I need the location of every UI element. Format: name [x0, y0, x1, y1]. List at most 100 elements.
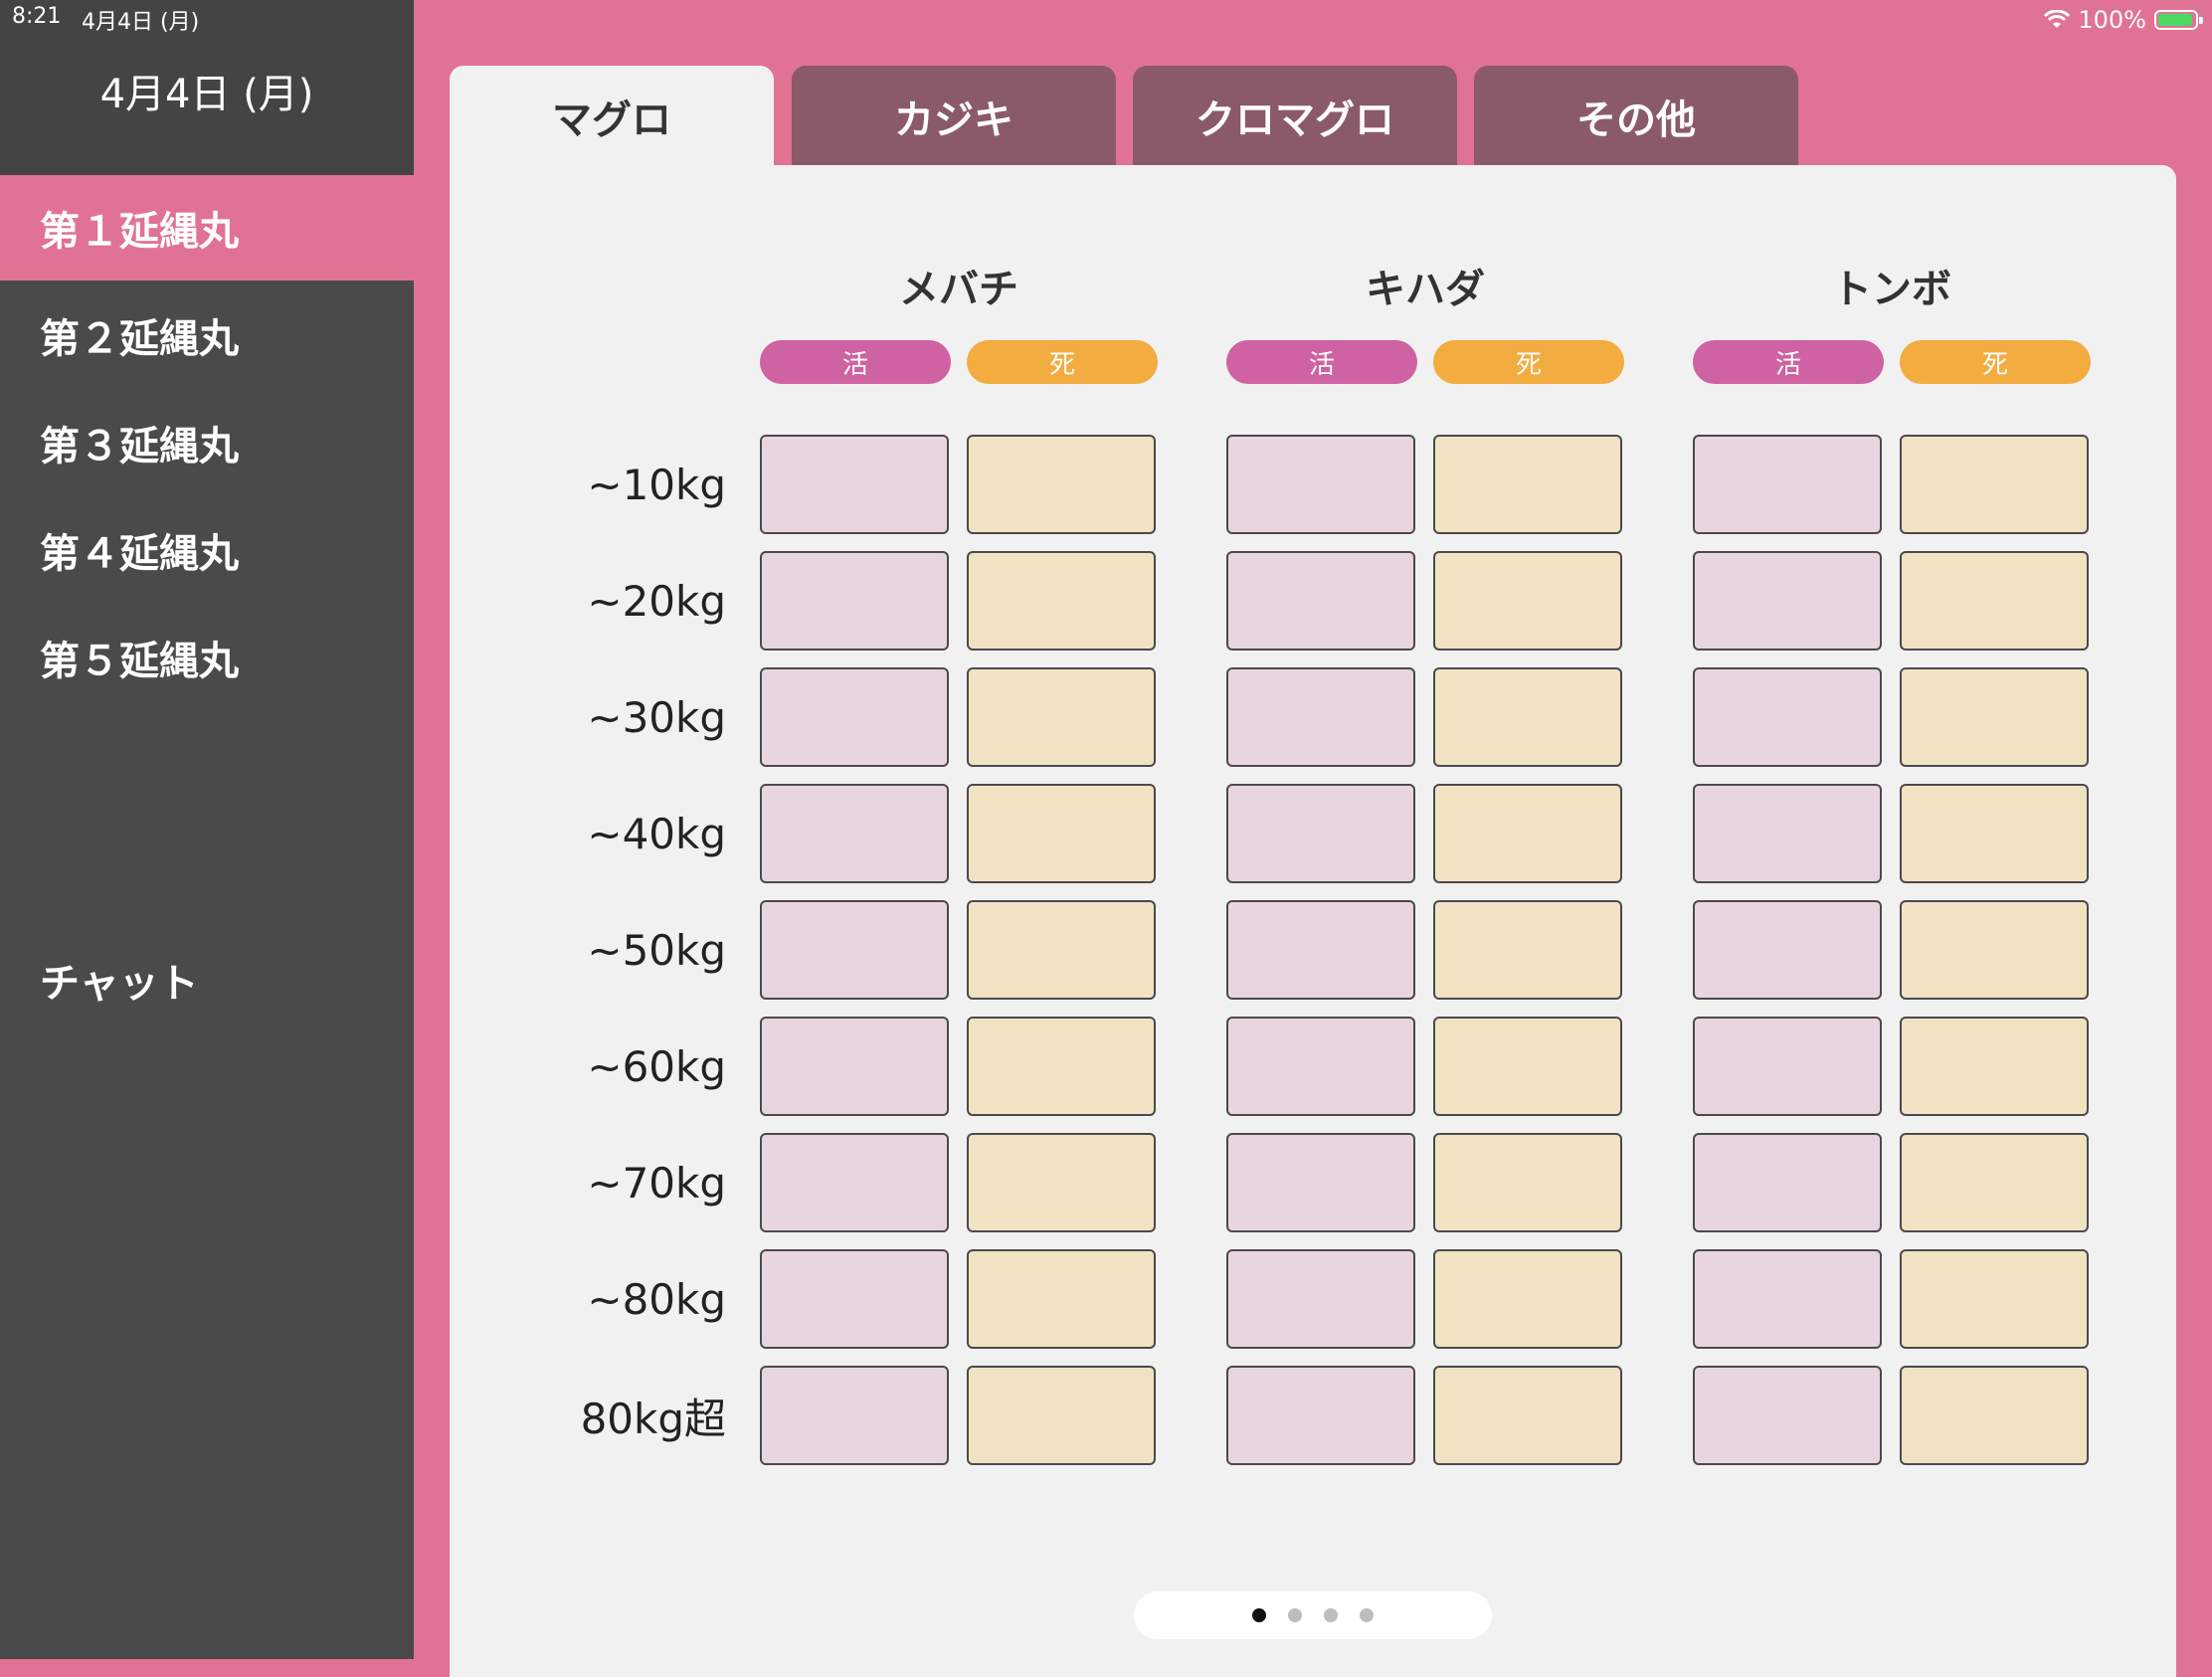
dead-badge: 死: [1900, 340, 2091, 384]
dead-badge: 死: [967, 340, 1158, 384]
weight-row-label: ~20kg: [587, 576, 726, 626]
count-input-live[interactable]: [1693, 1133, 1882, 1232]
sidebar-item-ship-1[interactable]: 第１延縄丸: [0, 175, 414, 280]
count-input-live[interactable]: [760, 667, 949, 767]
ship-label: 第１延縄丸: [40, 209, 239, 255]
count-input-live[interactable]: [760, 1017, 949, 1116]
count-input-dead[interactable]: [1900, 551, 2089, 651]
count-input-dead[interactable]: [1900, 784, 2089, 883]
sidebar-item-ship-5[interactable]: 第５延縄丸: [0, 605, 414, 710]
count-input-dead[interactable]: [1433, 1366, 1622, 1465]
ship-label: 第４延縄丸: [40, 531, 239, 577]
count-input-live[interactable]: [760, 435, 949, 534]
weight-row-label: ~40kg: [587, 809, 726, 858]
species-title: トンボ: [1832, 267, 1951, 312]
count-input-live[interactable]: [1693, 1017, 1882, 1116]
count-input-live[interactable]: [1226, 435, 1415, 534]
live-badge: 活: [1226, 340, 1417, 384]
count-input-dead[interactable]: [1900, 667, 2089, 767]
count-input-dead[interactable]: [967, 435, 1156, 534]
count-input-live[interactable]: [1693, 1366, 1882, 1465]
wifi-icon: [2044, 10, 2071, 28]
count-input-live[interactable]: [1693, 900, 1882, 1000]
tab-label: カジキ: [894, 97, 1014, 143]
sidebar-item-ship-3[interactable]: 第３延縄丸: [0, 390, 414, 495]
weight-row-label: ~80kg: [587, 1274, 726, 1324]
count-input-live[interactable]: [760, 784, 949, 883]
ship-label: 第２延縄丸: [40, 316, 239, 362]
count-input-live[interactable]: [1226, 784, 1415, 883]
count-input-dead[interactable]: [967, 784, 1156, 883]
sidebar-item-ship-4[interactable]: 第４延縄丸: [0, 497, 414, 603]
count-input-dead[interactable]: [1900, 1366, 2089, 1465]
count-input-live[interactable]: [1693, 435, 1882, 534]
count-input-live[interactable]: [760, 1133, 949, 1232]
count-input-dead[interactable]: [1433, 435, 1622, 534]
count-input-dead[interactable]: [967, 1366, 1156, 1465]
ship-label: 第３延縄丸: [40, 424, 239, 469]
live-badge: 活: [760, 340, 951, 384]
page-dot[interactable]: [1288, 1608, 1302, 1622]
count-input-dead[interactable]: [1433, 1249, 1622, 1349]
weight-row-label: ~30kg: [587, 692, 726, 742]
weight-row-label: ~50kg: [587, 925, 726, 975]
weight-row-label: ~70kg: [587, 1158, 726, 1208]
count-input-dead[interactable]: [1900, 1017, 2089, 1116]
species-title: キハダ: [1366, 267, 1485, 312]
tab-3[interactable]: クロマグロ: [1133, 66, 1457, 167]
page-dot[interactable]: [1252, 1608, 1266, 1622]
count-input-dead[interactable]: [1433, 900, 1622, 1000]
page-indicator[interactable]: [1134, 1591, 1492, 1639]
count-input-dead[interactable]: [1433, 784, 1622, 883]
count-input-live[interactable]: [760, 900, 949, 1000]
status-date: 4月4日 (月): [82, 10, 200, 35]
page-dot[interactable]: [1360, 1608, 1374, 1622]
count-input-dead[interactable]: [1433, 1017, 1622, 1116]
count-input-dead[interactable]: [967, 1249, 1156, 1349]
weight-row-label: 80kg超: [580, 1394, 726, 1443]
count-input-dead[interactable]: [1900, 1249, 2089, 1349]
count-input-dead[interactable]: [967, 900, 1156, 1000]
sidebar: 8:21 4月4日 (月) 4月4日 (月) 第１延縄丸第２延縄丸第３延縄丸第４…: [0, 0, 414, 1659]
sidebar-item-chat[interactable]: チャット: [0, 927, 414, 1032]
tab-4[interactable]: その他: [1474, 66, 1798, 167]
count-input-dead[interactable]: [967, 1017, 1156, 1116]
count-input-live[interactable]: [760, 1249, 949, 1349]
dead-badge: 死: [1433, 340, 1624, 384]
sidebar-date-title: 4月4日 (月): [99, 72, 314, 117]
count-input-live[interactable]: [1693, 667, 1882, 767]
battery-percent: 100%: [2078, 6, 2146, 34]
count-input-dead[interactable]: [1433, 551, 1622, 651]
tab-label: その他: [1576, 97, 1696, 143]
count-input-live[interactable]: [1226, 1366, 1415, 1465]
tab-label: クロマグロ: [1196, 97, 1394, 143]
count-input-dead[interactable]: [1900, 900, 2089, 1000]
ship-label: 第５延縄丸: [40, 639, 239, 684]
count-input-live[interactable]: [1226, 1249, 1415, 1349]
count-input-live[interactable]: [1693, 784, 1882, 883]
count-input-live[interactable]: [760, 551, 949, 651]
count-input-dead[interactable]: [967, 551, 1156, 651]
battery-level: [2158, 14, 2192, 26]
tab-1[interactable]: マグロ: [450, 66, 774, 167]
count-input-live[interactable]: [1226, 1133, 1415, 1232]
status-time: 8:21: [12, 4, 62, 29]
species-title: メバチ: [899, 267, 1018, 312]
count-input-live[interactable]: [1226, 900, 1415, 1000]
count-input-live[interactable]: [1226, 551, 1415, 651]
count-input-live[interactable]: [1693, 551, 1882, 651]
count-input-dead[interactable]: [1433, 667, 1622, 767]
count-input-dead[interactable]: [1900, 1133, 2089, 1232]
count-input-dead[interactable]: [1433, 1133, 1622, 1232]
count-input-dead[interactable]: [967, 667, 1156, 767]
page-dot[interactable]: [1324, 1608, 1338, 1622]
count-input-dead[interactable]: [1900, 435, 2089, 534]
count-input-live[interactable]: [760, 1366, 949, 1465]
sidebar-item-ship-2[interactable]: 第２延縄丸: [0, 282, 414, 388]
count-input-live[interactable]: [1226, 667, 1415, 767]
sidebar-header: 8:21 4月4日 (月) 4月4日 (月): [0, 0, 414, 175]
count-input-live[interactable]: [1226, 1017, 1415, 1116]
count-input-dead[interactable]: [967, 1133, 1156, 1232]
count-input-live[interactable]: [1693, 1249, 1882, 1349]
tab-2[interactable]: カジキ: [792, 66, 1116, 167]
